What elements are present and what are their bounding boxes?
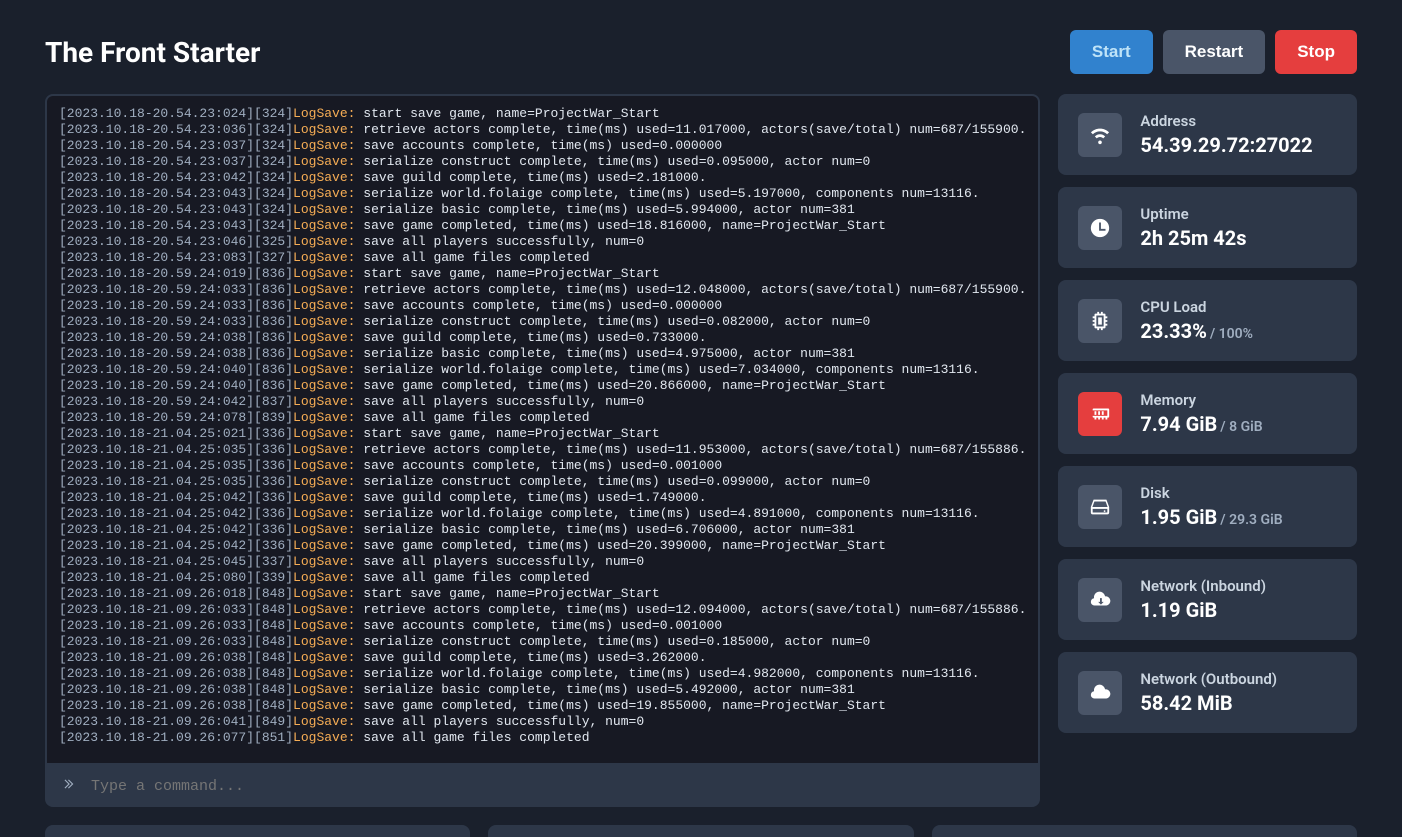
log-line: [2023.10.18-20.59.24:040][836]LogSave: s…	[59, 378, 1026, 394]
chevron-right-icon	[63, 777, 77, 795]
log-line: [2023.10.18-21.04.25:021][336]LogSave: s…	[59, 426, 1026, 442]
disk-value: 1.95 GiB	[1140, 505, 1217, 529]
log-line: [2023.10.18-20.54.23:037][324]LogSave: s…	[59, 138, 1026, 154]
log-line: [2023.10.18-20.59.24:038][836]LogSave: s…	[59, 330, 1026, 346]
memory-value: 7.94 GiB	[1140, 412, 1217, 436]
uptime-card[interactable]: Uptime 2h 25m 42s	[1058, 187, 1357, 268]
net-in-label: Network (Inbound)	[1140, 577, 1266, 595]
cpu-max: / 100%	[1210, 326, 1253, 342]
console-input-row	[45, 765, 1040, 807]
address-value: 54.39.29.72:27022	[1140, 133, 1312, 157]
memory-card[interactable]: Memory 7.94 GiB/ 8 GiB	[1058, 373, 1357, 454]
log-line: [2023.10.18-20.59.24:033][836]LogSave: r…	[59, 282, 1026, 298]
log-line: [2023.10.18-20.54.23:042][324]LogSave: s…	[59, 170, 1026, 186]
restart-button[interactable]: Restart	[1163, 30, 1266, 74]
cloud-upload-icon	[1078, 671, 1122, 715]
log-line: [2023.10.18-20.54.23:036][324]LogSave: r…	[59, 122, 1026, 138]
page-title: The Front Starter	[45, 36, 260, 69]
disk-card[interactable]: Disk 1.95 GiB/ 29.3 GiB	[1058, 466, 1357, 547]
memory-icon	[1078, 392, 1122, 436]
log-line: [2023.10.18-21.09.26:077][851]LogSave: s…	[59, 730, 1026, 746]
bottom-panel-stub	[932, 825, 1357, 837]
log-line: [2023.10.18-21.09.26:033][848]LogSave: s…	[59, 634, 1026, 650]
log-line: [2023.10.18-21.09.26:038][848]LogSave: s…	[59, 666, 1026, 682]
console-output[interactable]: [2023.10.18-20.54.23:024][324]LogSave: s…	[47, 96, 1038, 763]
stats-sidebar: Address 54.39.29.72:27022 Uptime 2h 25m …	[1058, 94, 1357, 807]
log-line: [2023.10.18-21.04.25:035][336]LogSave: s…	[59, 474, 1026, 490]
log-line: [2023.10.18-20.54.23:024][324]LogSave: s…	[59, 106, 1026, 122]
log-line: [2023.10.18-21.09.26:038][848]LogSave: s…	[59, 698, 1026, 714]
cpu-icon	[1078, 299, 1122, 343]
stop-button[interactable]: Stop	[1275, 30, 1357, 74]
start-button[interactable]: Start	[1070, 30, 1153, 74]
log-line: [2023.10.18-21.09.26:038][848]LogSave: s…	[59, 682, 1026, 698]
memory-max: / 8 GiB	[1220, 419, 1262, 435]
log-line: [2023.10.18-21.04.25:035][336]LogSave: r…	[59, 442, 1026, 458]
log-line: [2023.10.18-21.09.26:033][848]LogSave: s…	[59, 618, 1026, 634]
bottom-panels	[45, 825, 1357, 837]
power-button-group: Start Restart Stop	[1070, 30, 1357, 74]
log-line: [2023.10.18-21.04.25:042][336]LogSave: s…	[59, 538, 1026, 554]
log-line: [2023.10.18-20.59.24:033][836]LogSave: s…	[59, 298, 1026, 314]
log-line: [2023.10.18-21.04.25:042][336]LogSave: s…	[59, 490, 1026, 506]
network-outbound-card[interactable]: Network (Outbound) 58.42 MiB	[1058, 652, 1357, 733]
log-line: [2023.10.18-20.54.23:043][324]LogSave: s…	[59, 186, 1026, 202]
disk-label: Disk	[1140, 484, 1282, 502]
log-line: [2023.10.18-20.59.24:042][837]LogSave: s…	[59, 394, 1026, 410]
log-line: [2023.10.18-20.59.24:038][836]LogSave: s…	[59, 346, 1026, 362]
log-line: [2023.10.18-21.04.25:035][336]LogSave: s…	[59, 458, 1026, 474]
cpu-value: 23.33%	[1140, 319, 1206, 343]
address-card[interactable]: Address 54.39.29.72:27022	[1058, 94, 1357, 175]
command-input[interactable]	[91, 778, 1022, 795]
log-line: [2023.10.18-20.54.23:043][324]LogSave: s…	[59, 202, 1026, 218]
disk-icon	[1078, 485, 1122, 529]
log-line: [2023.10.18-20.54.23:037][324]LogSave: s…	[59, 154, 1026, 170]
uptime-label: Uptime	[1140, 205, 1246, 223]
header: The Front Starter Start Restart Stop	[45, 30, 1357, 74]
bottom-panel-stub	[488, 825, 913, 837]
address-label: Address	[1140, 112, 1312, 130]
bottom-panel-stub	[45, 825, 470, 837]
log-line: [2023.10.18-21.04.25:042][336]LogSave: s…	[59, 506, 1026, 522]
net-out-label: Network (Outbound)	[1140, 670, 1277, 688]
log-line: [2023.10.18-20.59.24:033][836]LogSave: s…	[59, 314, 1026, 330]
log-line: [2023.10.18-20.59.24:040][836]LogSave: s…	[59, 362, 1026, 378]
log-line: [2023.10.18-20.54.23:046][325]LogSave: s…	[59, 234, 1026, 250]
log-line: [2023.10.18-21.09.26:038][848]LogSave: s…	[59, 650, 1026, 666]
net-out-value: 58.42 MiB	[1140, 691, 1277, 715]
cloud-download-icon	[1078, 578, 1122, 622]
memory-label: Memory	[1140, 391, 1262, 409]
log-line: [2023.10.18-21.09.26:041][849]LogSave: s…	[59, 714, 1026, 730]
log-line: [2023.10.18-20.59.24:019][836]LogSave: s…	[59, 266, 1026, 282]
wifi-icon	[1078, 113, 1122, 157]
log-line: [2023.10.18-21.04.25:042][336]LogSave: s…	[59, 522, 1026, 538]
log-line: [2023.10.18-21.04.25:080][339]LogSave: s…	[59, 570, 1026, 586]
net-in-value: 1.19 GiB	[1140, 598, 1266, 622]
log-line: [2023.10.18-21.04.25:045][337]LogSave: s…	[59, 554, 1026, 570]
log-line: [2023.10.18-21.09.26:018][848]LogSave: s…	[59, 586, 1026, 602]
log-line: [2023.10.18-20.54.23:083][327]LogSave: s…	[59, 250, 1026, 266]
log-line: [2023.10.18-20.59.24:078][839]LogSave: s…	[59, 410, 1026, 426]
log-line: [2023.10.18-20.54.23:043][324]LogSave: s…	[59, 218, 1026, 234]
cpu-label: CPU Load	[1140, 298, 1253, 316]
cpu-card[interactable]: CPU Load 23.33%/ 100%	[1058, 280, 1357, 361]
console-panel: [2023.10.18-20.54.23:024][324]LogSave: s…	[45, 94, 1040, 807]
uptime-value: 2h 25m 42s	[1140, 226, 1246, 250]
log-line: [2023.10.18-21.09.26:033][848]LogSave: r…	[59, 602, 1026, 618]
network-inbound-card[interactable]: Network (Inbound) 1.19 GiB	[1058, 559, 1357, 640]
disk-max: / 29.3 GiB	[1220, 512, 1282, 528]
clock-icon	[1078, 206, 1122, 250]
